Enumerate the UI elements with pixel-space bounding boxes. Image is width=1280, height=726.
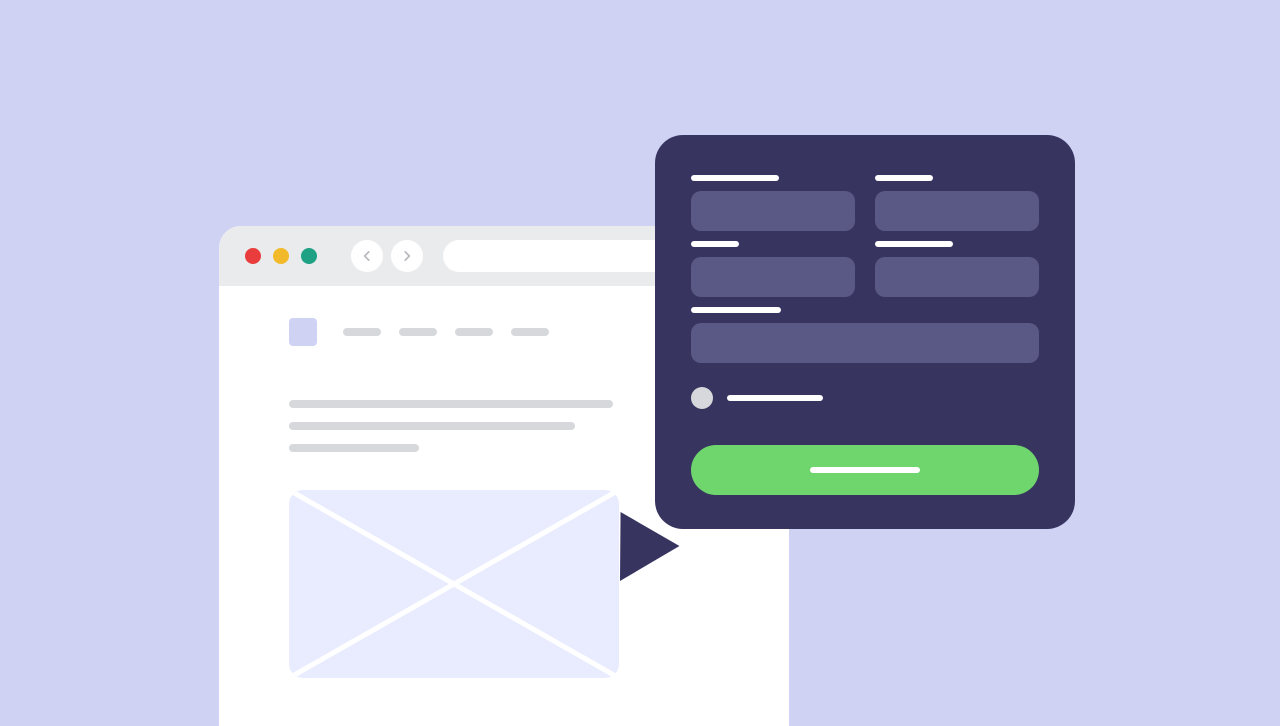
text-line	[289, 422, 575, 430]
submit-button[interactable]	[691, 445, 1039, 495]
image-placeholder	[289, 490, 619, 678]
arrow-right-icon	[400, 249, 414, 263]
submit-label	[810, 467, 920, 473]
browser-nav	[351, 240, 423, 272]
radio-option[interactable]	[691, 387, 1039, 409]
text-input[interactable]	[875, 257, 1039, 297]
window-controls	[245, 248, 317, 264]
popup-form	[655, 135, 1075, 529]
text-line	[289, 400, 613, 408]
form-grid	[691, 175, 1039, 495]
field-label	[691, 175, 779, 181]
placeholder-x-icon	[289, 490, 619, 678]
text-input[interactable]	[691, 323, 1039, 363]
form-field	[691, 241, 855, 297]
form-field	[691, 307, 1039, 363]
field-label	[875, 241, 953, 247]
field-label	[875, 175, 933, 181]
text-input[interactable]	[691, 191, 855, 231]
arrow-left-icon	[360, 249, 374, 263]
site-logo	[289, 318, 317, 346]
nav-item[interactable]	[343, 328, 381, 336]
close-window-button[interactable]	[245, 248, 261, 264]
minimize-window-button[interactable]	[273, 248, 289, 264]
form-field	[875, 175, 1039, 231]
radio-icon	[691, 387, 713, 409]
nav-item[interactable]	[511, 328, 549, 336]
field-label	[691, 241, 739, 247]
text-line	[289, 444, 419, 452]
text-input[interactable]	[875, 191, 1039, 231]
back-button[interactable]	[351, 240, 383, 272]
form-field	[691, 175, 855, 231]
nav-item[interactable]	[455, 328, 493, 336]
forward-button[interactable]	[391, 240, 423, 272]
radio-label	[727, 395, 823, 401]
nav-item[interactable]	[399, 328, 437, 336]
text-input[interactable]	[691, 257, 855, 297]
field-label	[691, 307, 781, 313]
site-nav	[343, 328, 549, 336]
form-field	[875, 241, 1039, 297]
maximize-window-button[interactable]	[301, 248, 317, 264]
